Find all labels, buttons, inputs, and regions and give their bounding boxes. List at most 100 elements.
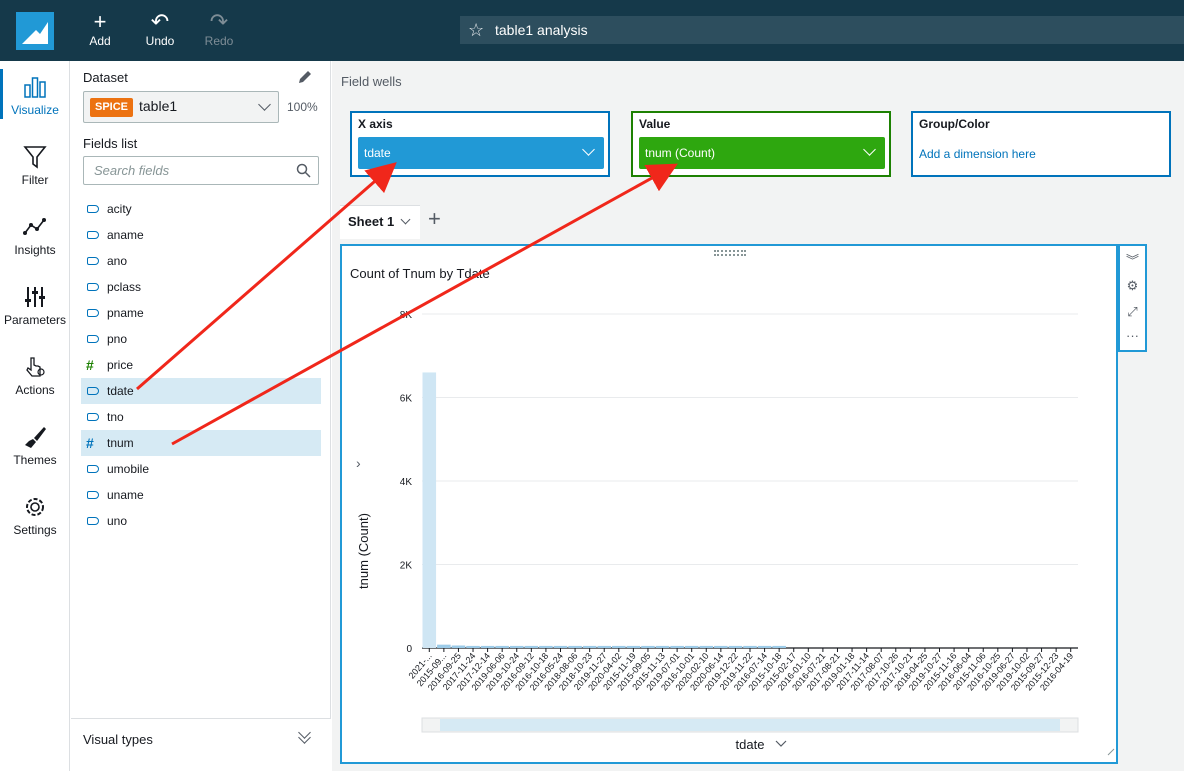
bar[interactable] [714, 645, 728, 648]
field-item-tdate[interactable]: tdate [81, 378, 321, 404]
field-item-pname[interactable]: pname [81, 300, 321, 326]
redo-icon: ↷ [209, 9, 229, 34]
y-tick-label: 6K [400, 394, 413, 405]
chevron-down-icon[interactable] [775, 740, 787, 747]
star-icon[interactable]: ☆ [468, 16, 484, 44]
group-color-well[interactable]: Group/Color Add a dimension here [911, 111, 1171, 177]
resize-handle[interactable] [1107, 748, 1115, 756]
value-well[interactable]: Value tnum (Count) [631, 111, 891, 177]
bar[interactable] [422, 372, 437, 648]
x-axis-label: tdate [736, 737, 765, 752]
nav-parameters[interactable]: Parameters [0, 285, 70, 327]
bar[interactable] [582, 645, 597, 648]
bar[interactable] [757, 645, 772, 648]
bar[interactable] [772, 645, 786, 648]
x-axis-field-pill[interactable]: tdate [358, 137, 604, 169]
field-item-price[interactable]: # price [81, 352, 321, 378]
add-sheet-button[interactable]: + [428, 206, 441, 232]
collapse-icon[interactable]: ︾ [1120, 250, 1145, 269]
field-item-tnum[interactable]: # tnum [81, 430, 321, 456]
field-label: pno [107, 332, 128, 346]
nav-filter[interactable]: Filter [0, 145, 70, 187]
visual-toolbar: ︾ ⚙ ⤢ ··· [1118, 244, 1147, 352]
more-options-icon[interactable]: ··· [1120, 328, 1145, 343]
field-item-ano[interactable]: ano [81, 248, 321, 274]
quicksight-logo[interactable] [16, 12, 54, 50]
tab-sheet-1[interactable]: Sheet 1 [340, 205, 420, 239]
field-label: pclass [107, 280, 142, 294]
dimension-tag-icon [87, 465, 99, 473]
gear-icon[interactable]: ⚙ [1120, 278, 1145, 294]
dataset-select[interactable]: SPICE table1 [83, 91, 279, 123]
field-item-uno[interactable]: uno [81, 508, 321, 534]
visual-container[interactable]: Count of Tnum by Tdate 0 2K 4K 6K 8K 2021-..… [340, 244, 1118, 764]
add-button[interactable]: + Add [75, 9, 125, 49]
bar[interactable] [597, 645, 612, 648]
bar[interactable] [524, 645, 539, 648]
bar[interactable] [670, 645, 684, 648]
bar[interactable] [466, 645, 480, 648]
field-item-umobile[interactable]: umobile [81, 456, 321, 482]
bar[interactable] [743, 645, 757, 648]
scrollbar-thumb[interactable] [440, 719, 1060, 731]
nav-settings[interactable]: Settings [0, 495, 70, 537]
dimension-tag-icon [87, 491, 99, 499]
bar[interactable] [684, 645, 699, 648]
search-fields-input[interactable]: Search fields [83, 156, 319, 185]
field-label: tnum [107, 436, 134, 450]
y-tick-label: 8K [400, 310, 413, 321]
field-item-pno[interactable]: pno [81, 326, 321, 352]
bar[interactable] [437, 644, 451, 648]
field-item-aname[interactable]: aname [81, 222, 321, 248]
field-label: acity [107, 202, 132, 216]
bar-chart-icon [24, 77, 46, 98]
dimension-tag-icon [87, 387, 99, 395]
field-item-uname[interactable]: uname [81, 482, 321, 508]
x-axis-well[interactable]: X axis tdate [350, 111, 610, 177]
bar[interactable] [480, 645, 495, 648]
y-axis-label: tnum (Count) [356, 513, 371, 589]
field-label: price [107, 358, 134, 372]
bar[interactable] [568, 645, 582, 648]
filter-icon [23, 146, 47, 169]
chevron-right-icon[interactable]: › [356, 455, 361, 471]
y-tick-label: 2K [400, 561, 413, 572]
y-tick-label: 0 [406, 644, 412, 655]
field-item-tno[interactable]: tno [81, 404, 321, 430]
add-dimension-link[interactable]: Add a dimension here [919, 147, 1036, 161]
left-navigation: Visualize Filter Insights Parameters Act… [0, 61, 70, 771]
chevron-down-icon[interactable] [400, 214, 411, 225]
field-item-pclass[interactable]: pclass [81, 274, 321, 300]
redo-button[interactable]: ↷ Redo [194, 9, 244, 49]
bar[interactable] [655, 645, 670, 648]
chevron-down-icon [258, 98, 271, 111]
nav-insights[interactable]: Insights [0, 215, 70, 257]
sheet-bar: Sheet 1 + [332, 201, 1184, 239]
field-label: ano [107, 254, 128, 268]
bar[interactable] [626, 645, 641, 648]
expand-icon[interactable]: ⤢ [1120, 304, 1145, 320]
bar[interactable] [728, 645, 743, 648]
plus-icon: + [93, 9, 107, 34]
bar[interactable] [641, 645, 655, 648]
undo-button[interactable]: ↶ Undo [135, 10, 185, 49]
value-field-pill[interactable]: tnum (Count) [639, 137, 885, 169]
field-item-acity[interactable]: acity [81, 196, 321, 222]
nav-actions[interactable]: Actions [0, 355, 70, 397]
bar[interactable] [539, 645, 553, 648]
bar[interactable] [699, 645, 714, 648]
bar[interactable] [451, 645, 466, 648]
field-label: aname [107, 228, 144, 242]
analysis-title-field[interactable]: ☆ table1 analysis [460, 16, 1184, 44]
spice-badge: SPICE [90, 98, 134, 117]
bar[interactable] [612, 645, 626, 648]
field-label: umobile [107, 462, 150, 476]
nav-themes[interactable]: Themes [0, 425, 70, 467]
dimension-tag-icon [87, 205, 99, 213]
bar[interactable] [509, 645, 524, 648]
pencil-icon[interactable] [297, 69, 313, 85]
field-label: tdate [107, 384, 134, 398]
bar[interactable] [495, 645, 509, 648]
nav-visualize[interactable]: Visualize [0, 69, 70, 119]
bar[interactable] [553, 645, 568, 648]
